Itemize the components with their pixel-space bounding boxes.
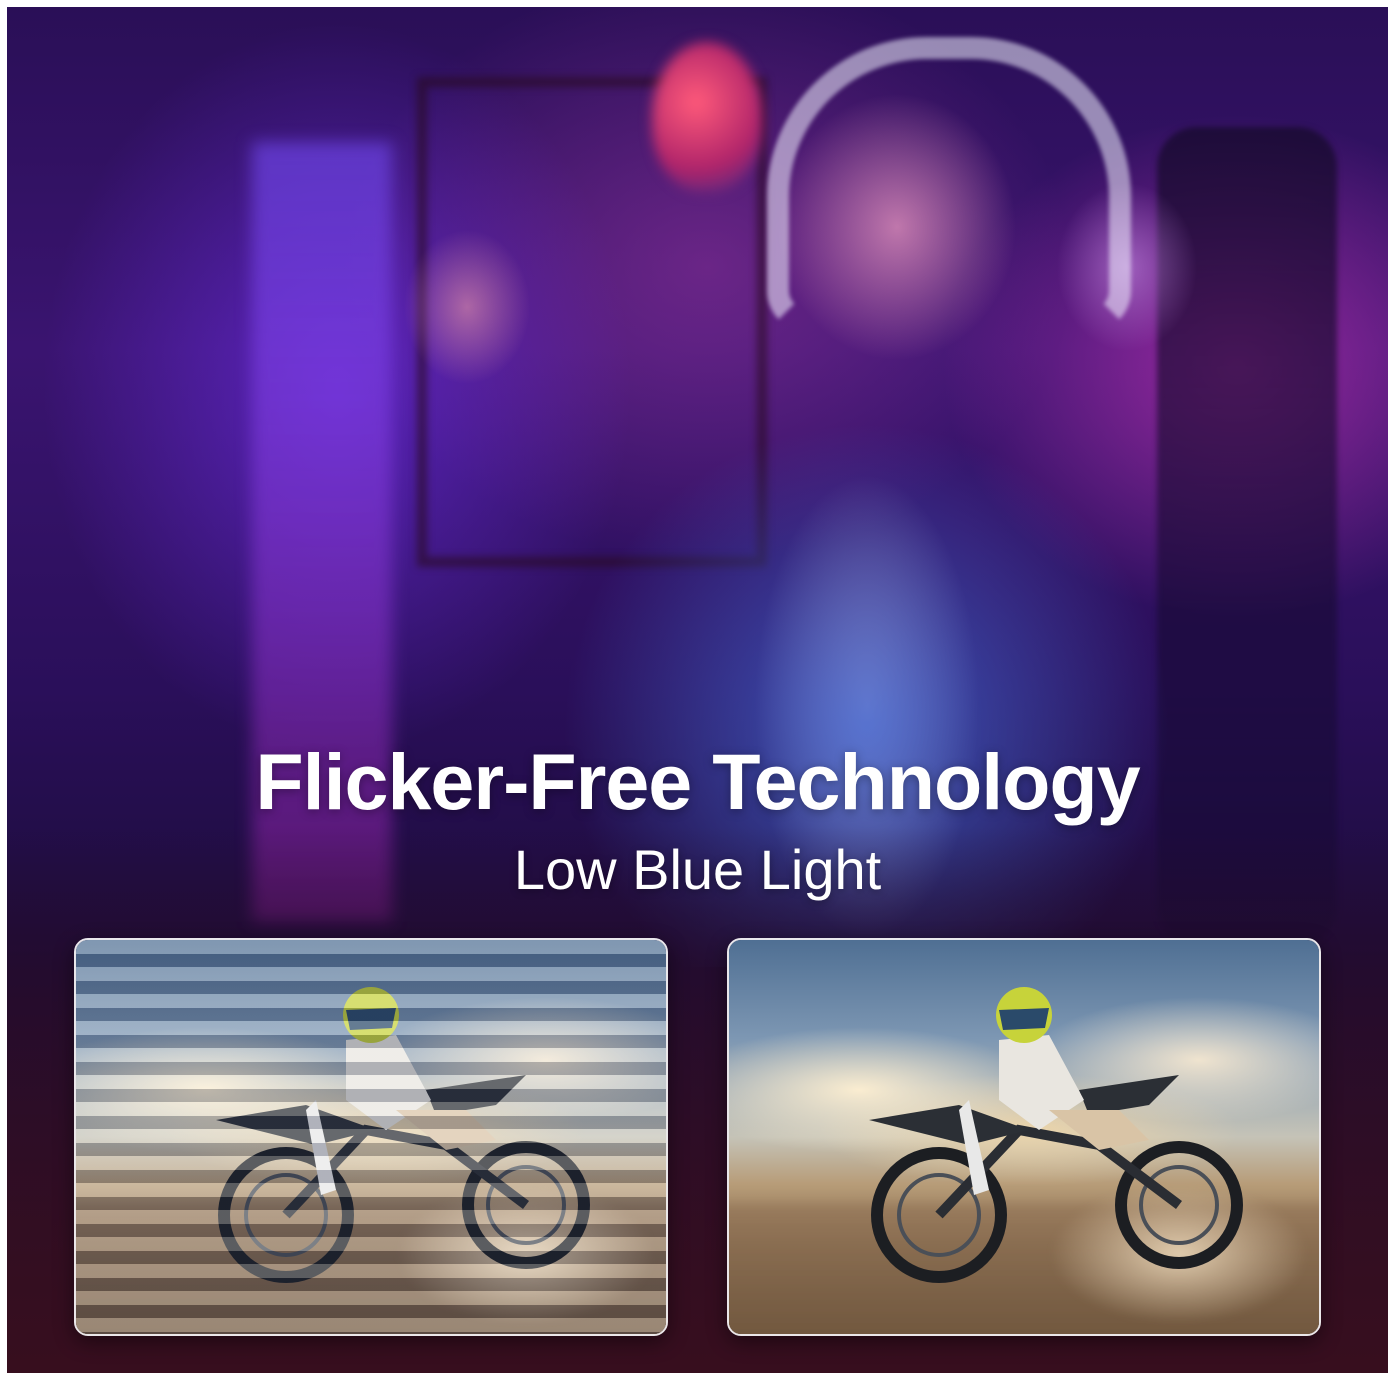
flicker-free-comparison-panel	[727, 938, 1321, 1336]
headline: Flicker-Free Technology	[255, 737, 1140, 826]
headset-icon	[767, 37, 1131, 331]
subheadline: Low Blue Light	[513, 838, 882, 901]
flicker-comparison-panel	[74, 938, 668, 1336]
flicker-stripes-overlay	[76, 940, 666, 1334]
motocross-rider-icon	[869, 987, 1243, 1283]
